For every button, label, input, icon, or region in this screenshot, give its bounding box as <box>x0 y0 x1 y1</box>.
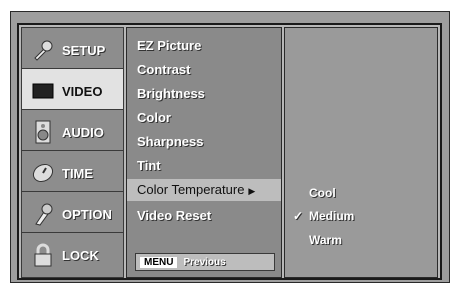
sidebar-item-label: SETUP <box>62 42 106 58</box>
sidebar-item-video[interactable]: VIDEO <box>21 68 124 114</box>
menu-item-ez-picture[interactable]: EZ Picture <box>137 38 201 53</box>
sidebar-item-audio[interactable]: AUDIO <box>21 109 124 155</box>
option-warm[interactable]: Warm <box>309 233 342 247</box>
gear-icon <box>30 201 56 227</box>
sidebar-item-option[interactable]: OPTION <box>21 191 124 237</box>
menu-item-label: Color Temperature <box>137 182 245 197</box>
sidebar: SETUP VIDEO AUDIO TIME OPTION LOCK <box>21 27 124 278</box>
sidebar-item-label: AUDIO <box>62 124 104 140</box>
menu-item-color-temperature[interactable]: Color Temperature ▶ <box>127 179 281 201</box>
sidebar-item-label: OPTION <box>62 206 112 222</box>
video-menu: EZ Picture Contrast Brightness Color Sha… <box>126 27 282 278</box>
menu-item-brightness[interactable]: Brightness <box>137 86 205 101</box>
menu-item-sharpness[interactable]: Sharpness <box>137 134 203 149</box>
menu-item-color[interactable]: Color <box>137 110 171 125</box>
speaker-icon <box>30 119 56 145</box>
option-medium[interactable]: Medium <box>309 209 354 223</box>
lock-icon <box>30 242 56 268</box>
previous-label: Previous <box>183 256 226 268</box>
menu-item-contrast[interactable]: Contrast <box>137 62 190 77</box>
option-cool[interactable]: Cool <box>309 186 336 200</box>
screen-icon <box>30 78 56 104</box>
sidebar-item-label: LOCK <box>62 247 99 263</box>
menu-key-label[interactable]: MENU <box>140 256 178 268</box>
sidebar-item-lock[interactable]: LOCK <box>21 232 124 278</box>
menu-footer: MENU Previous <box>135 253 275 271</box>
color-temperature-panel: Cool ✓ Medium Warm <box>284 27 438 278</box>
sidebar-item-setup[interactable]: SETUP <box>21 27 124 73</box>
clock-icon <box>30 160 56 186</box>
checkmark-icon: ✓ <box>293 209 304 223</box>
wrench-icon <box>30 37 56 63</box>
sidebar-item-label: TIME <box>62 165 94 181</box>
menu-item-tint[interactable]: Tint <box>137 158 161 173</box>
menu-item-video-reset[interactable]: Video Reset <box>137 208 211 223</box>
sidebar-item-label: VIDEO <box>62 83 103 99</box>
sidebar-item-time[interactable]: TIME <box>21 150 124 196</box>
triangle-right-icon: ▶ <box>248 186 256 196</box>
